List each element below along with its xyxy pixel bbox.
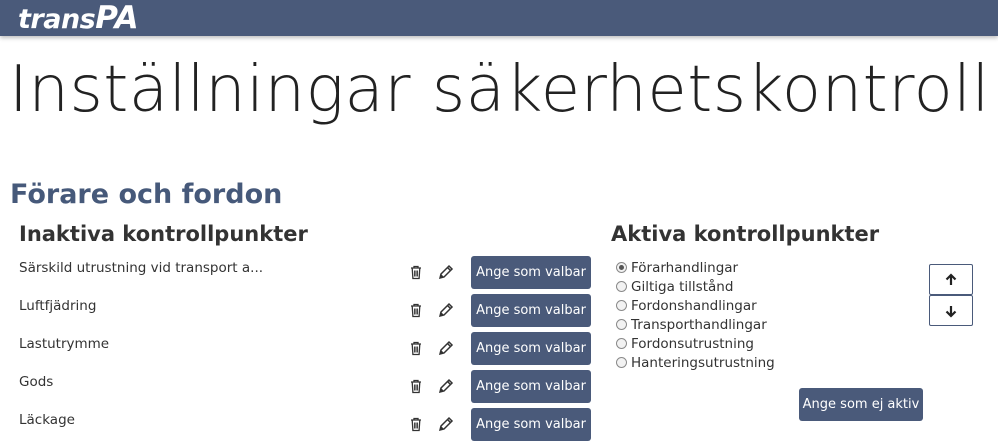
active-item-transporthandlingar[interactable]: Transporthandlingar [616, 315, 775, 334]
set-inactive-button[interactable]: Ange som ej aktiv [799, 388, 923, 421]
active-item-fordonshandlingar[interactable]: Fordonshandlingar [616, 296, 775, 315]
set-optional-button[interactable]: Ange som valbar [471, 332, 591, 365]
active-item-label: Fordonshandlingar [631, 297, 757, 314]
pencil-icon[interactable] [437, 339, 455, 357]
active-item-label: Transporthandlingar [631, 316, 767, 333]
active-item-fordonsutrustning[interactable]: Fordonsutrustning [616, 334, 775, 353]
set-optional-button[interactable]: Ange som valbar [471, 294, 591, 327]
active-item-hanteringsutrustning[interactable]: Hanteringsutrustning [616, 353, 775, 372]
active-checkpoint-list: Förarhandlingar Giltiga tillstånd Fordon… [616, 258, 775, 372]
section-title: Förare och fordon [10, 179, 283, 210]
set-optional-button[interactable]: Ange som valbar [471, 370, 591, 403]
inactive-row: Lastutrymme Ange som valbar [19, 332, 594, 368]
inactive-item-label: Gods [19, 374, 54, 390]
active-item-label: Förarhandlingar [631, 259, 739, 276]
arrow-up-icon [945, 272, 957, 285]
arrow-down-icon [945, 305, 957, 318]
radio-button[interactable] [616, 357, 627, 368]
pencil-icon[interactable] [437, 301, 455, 319]
radio-button[interactable] [616, 300, 627, 311]
active-heading: Aktiva kontrollpunkter [611, 222, 880, 246]
logo-trans-text: trans [18, 4, 96, 35]
trash-icon[interactable] [407, 415, 425, 433]
trash-icon[interactable] [407, 339, 425, 357]
set-optional-button[interactable]: Ange som valbar [471, 408, 591, 441]
pencil-icon[interactable] [437, 415, 455, 433]
radio-button[interactable] [616, 338, 627, 349]
set-optional-button[interactable]: Ange som valbar [471, 256, 591, 289]
active-item-forarhandlingar[interactable]: Förarhandlingar [616, 258, 775, 277]
radio-button[interactable] [616, 281, 627, 292]
pencil-icon[interactable] [437, 377, 455, 395]
trash-icon[interactable] [407, 377, 425, 395]
inactive-row: Läckage Ange som valbar [19, 408, 594, 444]
trash-icon[interactable] [407, 263, 425, 281]
pencil-icon[interactable] [437, 263, 455, 281]
trash-icon[interactable] [407, 301, 425, 319]
inactive-item-label: Luftfjädring [19, 298, 97, 314]
page-title: Inställningar säkerhetskontroll [9, 53, 990, 127]
active-item-label: Fordonsutrustning [631, 335, 754, 352]
active-item-label: Hanteringsutrustning [631, 354, 775, 371]
inactive-row: Särskild utrustning vid transport a... A… [19, 256, 594, 292]
transpa-logo[interactable]: transPA [18, 0, 139, 36]
logo-pa-text: PA [95, 0, 139, 36]
inactive-item-label: Lastutrymme [19, 336, 110, 352]
radio-button[interactable] [616, 319, 627, 330]
inactive-row: Luftfjädring Ange som valbar [19, 294, 594, 330]
active-item-label: Giltiga tillstånd [631, 278, 734, 295]
move-up-button[interactable] [929, 264, 973, 295]
inactive-item-label: Särskild utrustning vid transport a... [19, 260, 264, 276]
inactive-row: Gods Ange som valbar [19, 370, 594, 406]
move-down-button[interactable] [929, 295, 973, 326]
inactive-heading: Inaktiva kontrollpunkter [19, 222, 308, 246]
top-bar: transPA [0, 0, 998, 36]
inactive-item-label: Läckage [19, 412, 75, 428]
radio-button[interactable] [616, 262, 627, 273]
active-item-giltiga-tillstand[interactable]: Giltiga tillstånd [616, 277, 775, 296]
